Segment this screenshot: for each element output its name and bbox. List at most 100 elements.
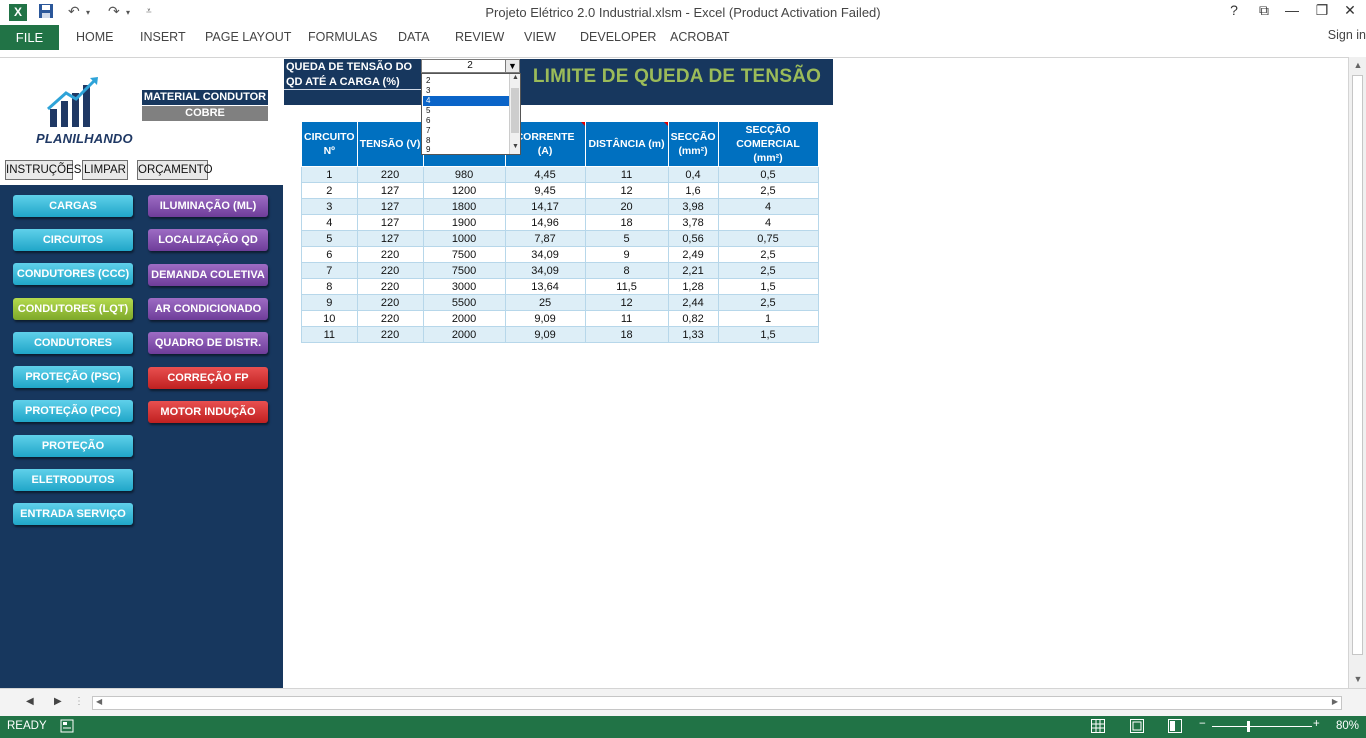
table-cell[interactable]: 34,09 — [504, 262, 586, 279]
table-cell[interactable]: 4,45 — [504, 166, 586, 183]
table-cell[interactable]: 5500 — [422, 294, 506, 311]
table-cell[interactable]: 4 — [717, 198, 819, 215]
normal-view-icon[interactable] — [1091, 719, 1105, 736]
table-cell[interactable]: 11 — [584, 310, 669, 327]
eletrodutos-button[interactable]: ELETRODUTOS — [13, 469, 133, 491]
protecao-pcc-button[interactable]: PROTEÇÃO (PCC) — [13, 400, 133, 422]
save-icon[interactable] — [38, 3, 54, 22]
scroll-up-icon[interactable]: ▲ — [510, 74, 521, 81]
table-cell[interactable]: 2,44 — [667, 294, 719, 311]
undo-icon[interactable]: ↶ — [68, 3, 80, 20]
orcamento-button[interactable]: ORÇAMENTO — [137, 160, 213, 180]
table-cell[interactable]: 127 — [356, 230, 424, 247]
ribbon-display-icon[interactable]: ⧉ — [1250, 2, 1278, 19]
table-cell[interactable]: 7 — [301, 262, 358, 279]
tab-developer[interactable]: DEVELOPER — [580, 30, 656, 44]
dropdown-scrollbar[interactable]: ▲ ▼ — [509, 74, 520, 154]
scroll-down-icon[interactable]: ▼ — [1349, 674, 1366, 684]
table-cell[interactable]: 8 — [584, 262, 669, 279]
dropdown-option[interactable]: 5 — [423, 106, 509, 116]
tab-review[interactable]: REVIEW — [455, 30, 504, 44]
table-cell[interactable]: 9 — [301, 294, 358, 311]
table-cell[interactable]: 7500 — [422, 262, 506, 279]
combo-dropdown-button[interactable]: ▼ — [505, 59, 520, 73]
table-cell[interactable]: 1,5 — [717, 278, 819, 295]
table-cell[interactable]: 8 — [301, 278, 358, 295]
table-cell[interactable]: 0,82 — [667, 310, 719, 327]
table-cell[interactable]: 5 — [584, 230, 669, 247]
horizontal-scrollbar[interactable]: ◀ ▶ — [92, 696, 1342, 710]
zoom-in-icon[interactable]: + — [1313, 718, 1320, 730]
zoom-out-icon[interactable]: − — [1199, 718, 1206, 730]
table-cell[interactable]: 127 — [356, 182, 424, 199]
close-icon[interactable]: ✕ — [1336, 2, 1364, 19]
next-sheet-icon[interactable]: ▶ — [54, 696, 62, 707]
dropdown-option[interactable]: 9 — [423, 145, 509, 154]
table-cell[interactable]: 0,75 — [717, 230, 819, 247]
help-icon[interactable]: ? — [1220, 2, 1248, 18]
table-cell[interactable]: 10 — [301, 310, 358, 327]
table-cell[interactable]: 11,5 — [584, 278, 669, 295]
table-cell[interactable]: 9,09 — [504, 310, 586, 327]
table-cell[interactable]: 25 — [504, 294, 586, 311]
table-cell[interactable]: 20 — [584, 198, 669, 215]
zoom-slider[interactable] — [1212, 726, 1312, 727]
table-cell[interactable]: 127 — [356, 214, 424, 231]
table-cell[interactable]: 3,78 — [667, 214, 719, 231]
table-cell[interactable]: 0,56 — [667, 230, 719, 247]
table-cell[interactable]: 3000 — [422, 278, 506, 295]
table-cell[interactable]: 1 — [301, 166, 358, 183]
minimize-icon[interactable]: — — [1278, 2, 1306, 18]
tab-data[interactable]: DATA — [398, 30, 429, 44]
table-cell[interactable]: 1,28 — [667, 278, 719, 295]
redo-dropdown-icon[interactable]: ▾ — [126, 8, 130, 17]
scroll-up-icon[interactable]: ▲ — [1349, 60, 1366, 70]
table-cell[interactable]: 1200 — [422, 182, 506, 199]
undo-dropdown-icon[interactable]: ▾ — [86, 8, 90, 17]
dropdown-option[interactable]: 2 — [423, 76, 509, 86]
scroll-right-icon[interactable]: ▶ — [1332, 697, 1338, 706]
sign-in-link[interactable]: Sign in — [1328, 28, 1366, 42]
worksheet[interactable]: PLANILHANDO MATERIAL CONDUTOR COBRE INST… — [0, 57, 1348, 689]
table-cell[interactable]: 980 — [422, 166, 506, 183]
table-cell[interactable]: 14,17 — [504, 198, 586, 215]
restore-icon[interactable]: ❐ — [1308, 2, 1336, 19]
dropdown-option[interactable]: 6 — [423, 116, 509, 126]
table-cell[interactable]: 3,98 — [667, 198, 719, 215]
table-cell[interactable]: 9,45 — [504, 182, 586, 199]
instrucoes-button[interactable]: INSTRUÇÕES — [5, 160, 81, 180]
tab-file[interactable]: FILE — [0, 25, 59, 50]
table-cell[interactable]: 3 — [301, 198, 358, 215]
table-cell[interactable]: 4 — [301, 214, 358, 231]
table-cell[interactable]: 2 — [301, 182, 358, 199]
table-cell[interactable]: 2,5 — [717, 182, 819, 199]
scroll-down-icon[interactable]: ▼ — [510, 143, 521, 150]
protecao-psc-button[interactable]: PROTEÇÃO (PSC) — [13, 366, 133, 388]
page-layout-view-icon[interactable] — [1130, 719, 1144, 736]
excel-app-icon[interactable]: X — [9, 4, 27, 21]
tab-insert[interactable]: INSERT — [140, 30, 186, 44]
dropdown-option-selected[interactable]: 4 — [423, 96, 509, 106]
table-cell[interactable]: 2,5 — [717, 294, 819, 311]
table-cell[interactable]: 1900 — [422, 214, 506, 231]
customize-toolbar-icon[interactable]: ⩡ — [146, 6, 152, 17]
tab-acrobat[interactable]: ACROBAT — [670, 30, 730, 44]
table-cell[interactable]: 220 — [356, 294, 424, 311]
split-handle-icon[interactable]: ⋮ — [74, 696, 84, 707]
condutores-button[interactable]: CONDUTORES — [13, 332, 133, 354]
table-cell[interactable]: 2000 — [422, 326, 506, 343]
table-cell[interactable]: 18 — [584, 326, 669, 343]
table-cell[interactable]: 13,64 — [504, 278, 586, 295]
tab-page-layout[interactable]: PAGE LAYOUT — [205, 30, 291, 44]
circuitos-button[interactable]: CIRCUITOS — [13, 229, 133, 251]
table-cell[interactable]: 1800 — [422, 198, 506, 215]
redo-icon[interactable]: ↷ — [108, 3, 120, 20]
macro-record-icon[interactable] — [60, 719, 74, 736]
table-cell[interactable]: 220 — [356, 166, 424, 183]
correcao-fp-button[interactable]: CORREÇÃO FP — [148, 367, 268, 389]
table-cell[interactable]: 0,4 — [667, 166, 719, 183]
table-cell[interactable]: 1,6 — [667, 182, 719, 199]
tab-view[interactable]: VIEW — [524, 30, 556, 44]
material-value[interactable]: COBRE — [142, 106, 268, 121]
table-cell[interactable]: 34,09 — [504, 246, 586, 263]
